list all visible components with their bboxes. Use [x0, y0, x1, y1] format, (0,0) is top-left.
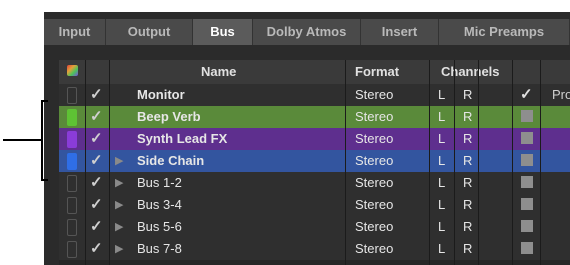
active-checkbox[interactable] — [521, 176, 533, 188]
tab-mic-preamps[interactable]: Mic Preamps — [439, 19, 570, 45]
color-swatch[interactable] — [67, 219, 77, 236]
disclosure-triangle-icon[interactable]: ▶ — [115, 220, 123, 233]
callout-line — [3, 139, 41, 141]
row-name: Bus 3-4 — [137, 197, 182, 212]
tab-insert[interactable]: Insert — [361, 19, 439, 45]
table-row[interactable]: ✓ ▶ Side Chain Stereo L R — [59, 150, 570, 172]
row-background — [59, 216, 570, 238]
row-format[interactable]: Stereo — [355, 131, 393, 146]
row-channel-left: L — [438, 109, 446, 124]
row-name: Side Chain — [137, 153, 205, 168]
callout-bracket — [41, 100, 48, 181]
row-channel-left: L — [438, 131, 446, 146]
table-header: Name Format Channels — [59, 60, 570, 84]
active-checkbox[interactable] — [521, 132, 533, 144]
row-format[interactable]: Stereo — [355, 219, 393, 234]
active-checkbox[interactable] — [521, 198, 533, 210]
table-row[interactable]: ✓ ▶ Bus 5-6 Stereo L R — [59, 216, 570, 238]
checkmark-icon[interactable]: ✓ — [90, 239, 103, 257]
row-name: Bus 5-6 — [137, 219, 182, 234]
row-background — [59, 84, 570, 106]
row-background — [59, 194, 570, 216]
row-background — [59, 150, 570, 172]
row-extra-label: Pro — [552, 87, 570, 102]
color-swatch[interactable] — [67, 241, 77, 258]
color-swatch[interactable] — [67, 175, 77, 192]
disclosure-triangle-icon[interactable]: ▶ — [115, 198, 123, 211]
table-row[interactable]: ✓ ▶ Bus 1-2 Stereo L R — [59, 172, 570, 194]
active-checkbox[interactable] — [521, 110, 533, 122]
row-name: Bus 1-2 — [137, 175, 182, 190]
row-channel-right: R — [463, 219, 473, 234]
table-row[interactable]: ✓ Beep Verb Stereo L R — [59, 106, 570, 128]
row-channel-right: R — [463, 197, 473, 212]
active-checkbox[interactable] — [521, 242, 533, 254]
tab-dolby-atmos[interactable]: Dolby Atmos — [253, 19, 361, 45]
active-checkbox[interactable] — [521, 154, 533, 166]
row-channel-left: L — [438, 219, 446, 234]
row-channel-left: L — [438, 87, 446, 102]
table-row[interactable]: ✓ Synth Lead FX Stereo L R — [59, 128, 570, 150]
table-row[interactable]: ✓ Monitor Stereo L R ✓ Pro — [59, 84, 570, 106]
color-swatch[interactable] — [67, 153, 77, 170]
color-swatch[interactable] — [67, 87, 77, 104]
row-channel-right: R — [463, 175, 473, 190]
row-channel-right: R — [463, 109, 473, 124]
checkmark-icon[interactable]: ✓ — [90, 195, 103, 213]
row-background — [59, 106, 570, 128]
color-swatch[interactable] — [67, 131, 77, 148]
row-name: Beep Verb — [137, 109, 201, 124]
color-swatch[interactable] — [67, 109, 77, 126]
row-background — [59, 238, 570, 260]
row-channel-left: L — [438, 241, 446, 256]
row-channel-left: L — [438, 197, 446, 212]
table-row[interactable]: ✓ ▶ Bus 7-8 Stereo L R — [59, 238, 570, 260]
checkmark-icon[interactable]: ✓ — [90, 107, 103, 125]
row-background — [59, 128, 570, 150]
disclosure-triangle-icon[interactable]: ▶ — [115, 176, 123, 189]
column-header-format[interactable]: Format — [355, 64, 399, 79]
row-channel-right: R — [463, 153, 473, 168]
row-format[interactable]: Stereo — [355, 87, 393, 102]
tab-bus[interactable]: Bus — [193, 19, 253, 45]
row-channel-left: L — [438, 175, 446, 190]
checkmark-icon[interactable]: ✓ — [90, 85, 103, 103]
column-header-name[interactable]: Name — [201, 64, 236, 79]
checkmark-icon[interactable]: ✓ — [90, 217, 103, 235]
column-header-channels[interactable]: Channels — [441, 64, 500, 79]
row-channel-right: R — [463, 131, 473, 146]
checkmark-icon[interactable]: ✓ — [520, 85, 533, 103]
disclosure-triangle-icon[interactable]: ▶ — [115, 242, 123, 255]
row-channel-right: R — [463, 87, 473, 102]
row-format[interactable]: Stereo — [355, 175, 393, 190]
checkmark-icon[interactable]: ✓ — [90, 173, 103, 191]
bus-table: Name Format Channels ✓ Monitor Stereo L … — [59, 60, 570, 265]
row-channel-left: L — [438, 153, 446, 168]
table-row[interactable]: ✓ ▶ Bus 3-4 Stereo L R — [59, 194, 570, 216]
row-format[interactable]: Stereo — [355, 197, 393, 212]
row-name: Synth Lead FX — [137, 131, 228, 146]
row-channel-right: R — [463, 241, 473, 256]
row-format[interactable]: Stereo — [355, 241, 393, 256]
row-name: Monitor — [137, 87, 185, 102]
checkmark-icon[interactable]: ✓ — [90, 151, 103, 169]
row-background — [59, 172, 570, 194]
tab-output[interactable]: Output — [106, 19, 193, 45]
checkmark-icon[interactable]: ✓ — [90, 129, 103, 147]
row-name: Bus 7-8 — [137, 241, 182, 256]
tab-input[interactable]: Input — [44, 19, 106, 45]
tab-bar: Input Output Bus Dolby Atmos Insert Mic … — [44, 19, 570, 45]
io-setup-panel: Input Output Bus Dolby Atmos Insert Mic … — [44, 12, 570, 265]
active-checkbox[interactable] — [521, 220, 533, 232]
row-format[interactable]: Stereo — [355, 109, 393, 124]
color-swatch[interactable] — [67, 197, 77, 214]
color-palette-icon[interactable] — [67, 65, 78, 76]
row-format[interactable]: Stereo — [355, 153, 393, 168]
disclosure-triangle-icon[interactable]: ▶ — [115, 154, 123, 167]
